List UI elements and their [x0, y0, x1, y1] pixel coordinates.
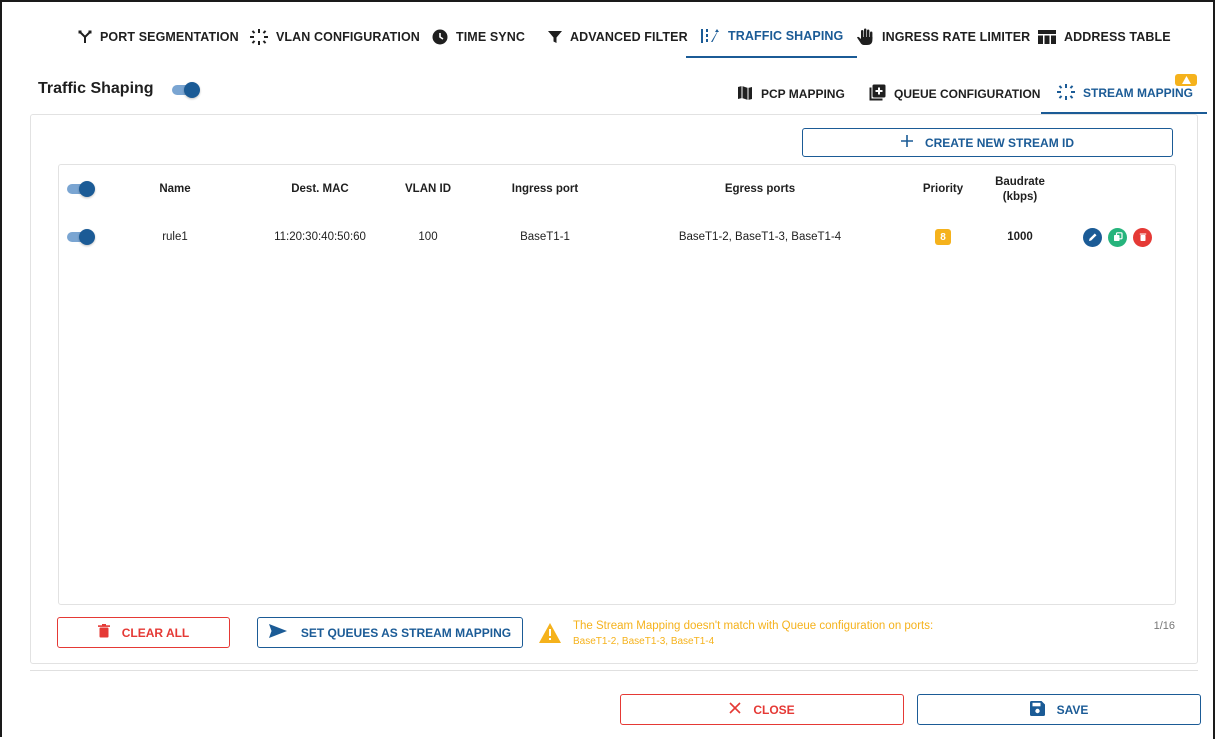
cell-egress-ports: BaseT1-2, BaseT1-3, BaseT1-4	[678, 231, 842, 243]
cell-name: rule1	[162, 231, 188, 243]
clear-all-label: CLEAR ALL	[121, 625, 190, 640]
copy-icon	[1113, 229, 1123, 247]
create-label: CREATE NEW STREAM ID	[924, 135, 1075, 150]
plus-icon	[900, 135, 913, 150]
clear-all-button[interactable]: CLEAR ALL	[57, 617, 230, 648]
tab-address-table[interactable]: ADDRESS TABLE	[1038, 16, 1171, 58]
stream-mapping-warning-message: The Stream Mapping doesn't match with Qu…	[573, 619, 993, 649]
stream-mapping-warning-badge	[1175, 74, 1197, 86]
close-label: CLOSE	[753, 702, 795, 717]
cell-vlan-id: 100	[418, 231, 438, 243]
column-header-baudrate-unit: (kbps)	[1002, 191, 1038, 203]
delete-button[interactable]	[1133, 228, 1152, 247]
cell-baudrate: 1000	[1007, 231, 1033, 243]
floppy-icon	[1029, 700, 1045, 719]
tab-vlan-configuration[interactable]: VLAN CONFIGURATION	[250, 16, 420, 58]
tab-queue-configuration[interactable]: QUEUE CONFIGURATION	[869, 74, 1040, 114]
tab-label: STREAM MAPPING	[1083, 86, 1194, 100]
hand-icon	[856, 28, 874, 46]
warning-ports: BaseT1-2, BaseT1-3, BaseT1-4	[573, 636, 715, 647]
pencil-icon	[1088, 229, 1098, 247]
toggle-knob	[79, 229, 95, 245]
toggle-knob	[184, 82, 200, 98]
traffic-shaping-icon	[700, 28, 720, 44]
tab-label: TIME SYNC	[456, 30, 525, 44]
column-header-name: Name	[159, 183, 191, 195]
add-box-icon	[869, 84, 886, 104]
trash-icon	[1138, 229, 1148, 247]
column-header-dest-mac: Dest. MAC	[291, 183, 349, 195]
tab-ingress-rate-limiter[interactable]: INGRESS RATE LIMITER	[856, 16, 1030, 58]
tab-label: VLAN CONFIGURATION	[276, 30, 420, 44]
section-title: Traffic Shaping	[38, 80, 154, 97]
edit-button[interactable]	[1083, 228, 1102, 247]
save-button[interactable]: SAVE	[917, 694, 1201, 725]
port-segmentation-icon	[78, 30, 92, 44]
warning-message: The Stream Mapping doesn't match with Qu…	[573, 620, 934, 632]
pagination-counter: 1/16	[1153, 620, 1175, 632]
column-header-baudrate: Baudrate	[995, 176, 1045, 188]
tab-label: INGRESS RATE LIMITER	[882, 30, 1031, 44]
set-queues-label: SET QUEUES AS STREAM MAPPING	[300, 625, 512, 640]
column-header-vlan-id: VLAN ID	[405, 183, 451, 195]
tab-label: TRAFFIC SHAPING	[728, 29, 844, 43]
save-label: SAVE	[1056, 702, 1089, 717]
tab-label: ADDRESS TABLE	[1064, 30, 1171, 44]
tab-advanced-filter[interactable]: ADVANCED FILTER	[548, 16, 688, 58]
filter-icon	[548, 30, 562, 44]
column-header-ingress-port: Ingress port	[511, 183, 579, 195]
duplicate-button[interactable]	[1108, 228, 1127, 247]
cell-dest-mac: 11:20:30:40:50:60	[274, 231, 366, 243]
tab-traffic-shaping[interactable]: TRAFFIC SHAPING	[686, 16, 858, 58]
select-all-toggle[interactable]	[67, 181, 95, 197]
warning-icon	[1181, 71, 1191, 89]
column-header-egress-ports: Egress ports	[724, 183, 796, 195]
tab-port-segmentation[interactable]: PORT SEGMENTATION	[78, 16, 239, 58]
top-tab-bar: PORT SEGMENTATION VLAN CONFIGURATION TIM…	[0, 16, 1215, 58]
divider	[30, 670, 1198, 671]
warning-icon	[539, 623, 561, 648]
create-stream-id-button[interactable]: CREATE NEW STREAM ID	[802, 128, 1173, 157]
close-icon	[729, 702, 741, 717]
tab-label: QUEUE CONFIGURATION	[894, 87, 1041, 101]
priority-badge: 8	[935, 229, 951, 245]
tab-label: PORT SEGMENTATION	[100, 30, 239, 44]
tab-label: ADVANCED FILTER	[570, 30, 688, 44]
send-icon	[268, 624, 287, 641]
close-button[interactable]: CLOSE	[620, 694, 904, 725]
vlan-icon	[250, 29, 268, 45]
toggle-knob	[79, 181, 95, 197]
stream-icon	[1057, 83, 1075, 103]
table-icon	[1038, 29, 1056, 45]
clock-icon	[432, 29, 448, 45]
map-icon	[737, 85, 753, 104]
tab-time-sync[interactable]: TIME SYNC	[432, 16, 525, 58]
set-queues-as-stream-mapping-button[interactable]: SET QUEUES AS STREAM MAPPING	[257, 617, 523, 648]
traffic-shaping-toggle[interactable]	[172, 82, 200, 98]
tab-pcp-mapping[interactable]: PCP MAPPING	[737, 74, 845, 114]
row-enabled-toggle[interactable]	[67, 229, 95, 245]
tab-label: PCP MAPPING	[761, 87, 845, 101]
trash-icon	[97, 624, 110, 641]
column-header-priority: Priority	[922, 183, 964, 195]
cell-ingress-port: BaseT1-1	[520, 231, 570, 243]
